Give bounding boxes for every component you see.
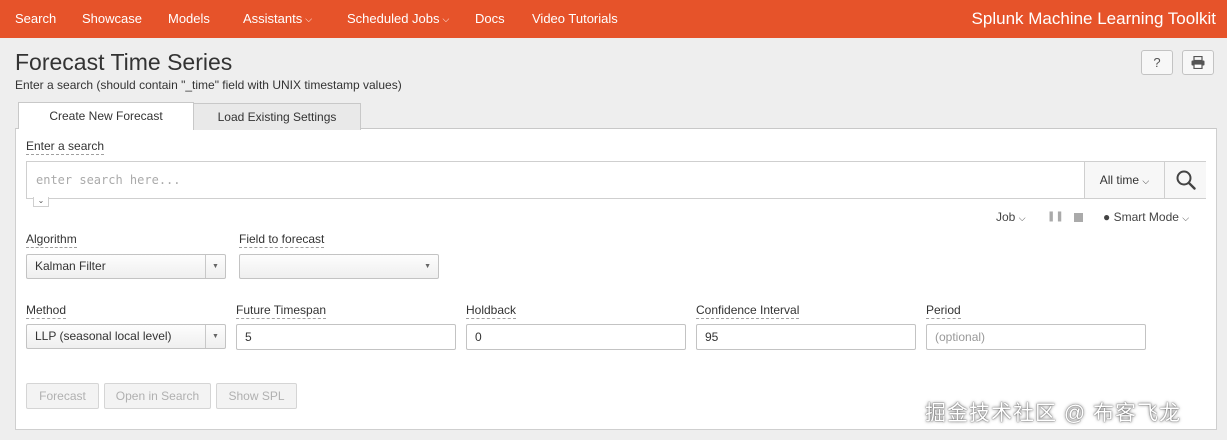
tab-create-new-forecast[interactable]: Create New Forecast (18, 102, 194, 129)
nav-showcase[interactable]: Showcase (82, 0, 142, 38)
search-button[interactable] (1164, 162, 1206, 198)
nav-scheduled-jobs-label: Scheduled Jobs (347, 11, 440, 26)
nav-models[interactable]: Models (168, 0, 210, 38)
job-menu-label: Job (996, 210, 1016, 224)
search-input[interactable] (27, 162, 1083, 198)
job-menu[interactable]: Job ⌵ (996, 210, 1026, 224)
search-bar: All time ⌵ (26, 161, 1206, 199)
future-timespan-input[interactable] (236, 324, 456, 350)
method-label: Method (26, 303, 67, 319)
chevron-down-icon: ▼ (205, 255, 225, 278)
algorithm-select[interactable]: Kalman Filter ▼ (26, 254, 226, 279)
chevron-down-icon: ⌄ (37, 196, 45, 205)
chevron-down-icon: ▼ (205, 325, 225, 348)
field-to-forecast-select[interactable]: ▼ (239, 254, 439, 279)
algorithm-label: Algorithm (26, 232, 77, 248)
method-value: LLP (seasonal local level) (35, 329, 172, 343)
open-in-search-button[interactable]: Open in Search (104, 383, 211, 409)
print-icon (1191, 55, 1205, 70)
search-icon (1176, 170, 1196, 190)
top-nav-bar: Search Showcase Models Assistants ⌵ Sched… (0, 0, 1227, 38)
algorithm-value: Kalman Filter (35, 259, 106, 273)
period-input[interactable] (926, 324, 1146, 350)
chevron-down-icon: ⌵ (442, 14, 450, 24)
search-mode-label: Smart Mode (1113, 210, 1179, 224)
confidence-interval-label: Confidence Interval (696, 303, 800, 319)
future-timespan-label: Future Timespan (236, 303, 327, 319)
print-button[interactable] (1182, 50, 1214, 75)
method-select[interactable]: LLP (seasonal local level) ▼ (26, 324, 226, 349)
time-range-label: All time (1099, 173, 1140, 187)
holdback-input[interactable] (466, 324, 686, 350)
confidence-interval-input[interactable] (696, 324, 916, 350)
nav-search[interactable]: Search (15, 0, 56, 38)
page-subtitle: Enter a search (should contain "_time" f… (15, 78, 402, 92)
nav-scheduled-jobs[interactable]: Scheduled Jobs ⌵ (347, 0, 449, 38)
search-label: Enter a search (26, 139, 105, 155)
nav-docs[interactable]: Docs (475, 0, 505, 38)
chevron-down-icon: ▼ (424, 263, 431, 270)
help-button[interactable]: ? (1141, 50, 1173, 75)
show-spl-button[interactable]: Show SPL (216, 383, 297, 409)
search-mode-menu[interactable]: ● Smart Mode ⌵ (1103, 210, 1189, 224)
nav-assistants[interactable]: Assistants ⌵ (243, 0, 312, 38)
period-label: Period (926, 303, 961, 319)
field-to-forecast-label: Field to forecast (239, 232, 325, 248)
page-title: Forecast Time Series (15, 49, 233, 75)
chevron-down-icon: ⌵ (1182, 213, 1190, 223)
forecast-button[interactable]: Forecast (26, 383, 99, 409)
time-range-picker[interactable]: All time ⌵ (1084, 162, 1164, 198)
watermark: 掘金技术社区 @ 布客飞龙 (925, 402, 1181, 425)
bulb-icon: ● (1103, 210, 1111, 224)
holdback-label: Holdback (466, 303, 517, 319)
expand-search-toggle[interactable]: ⌄ (33, 197, 49, 207)
chevron-down-icon: ⌵ (305, 14, 313, 24)
nav-video-tutorials[interactable]: Video Tutorials (532, 0, 618, 38)
app-brand: Splunk Machine Learning Toolkit (971, 9, 1216, 28)
tab-load-existing-settings[interactable]: Load Existing Settings (193, 103, 361, 130)
nav-assistants-label: Assistants (243, 11, 303, 26)
pause-icon[interactable]: ❚❚ (1047, 211, 1064, 222)
chevron-down-icon: ⌵ (1142, 176, 1150, 186)
chevron-down-icon: ⌵ (1018, 213, 1026, 223)
stop-icon[interactable] (1074, 211, 1083, 222)
